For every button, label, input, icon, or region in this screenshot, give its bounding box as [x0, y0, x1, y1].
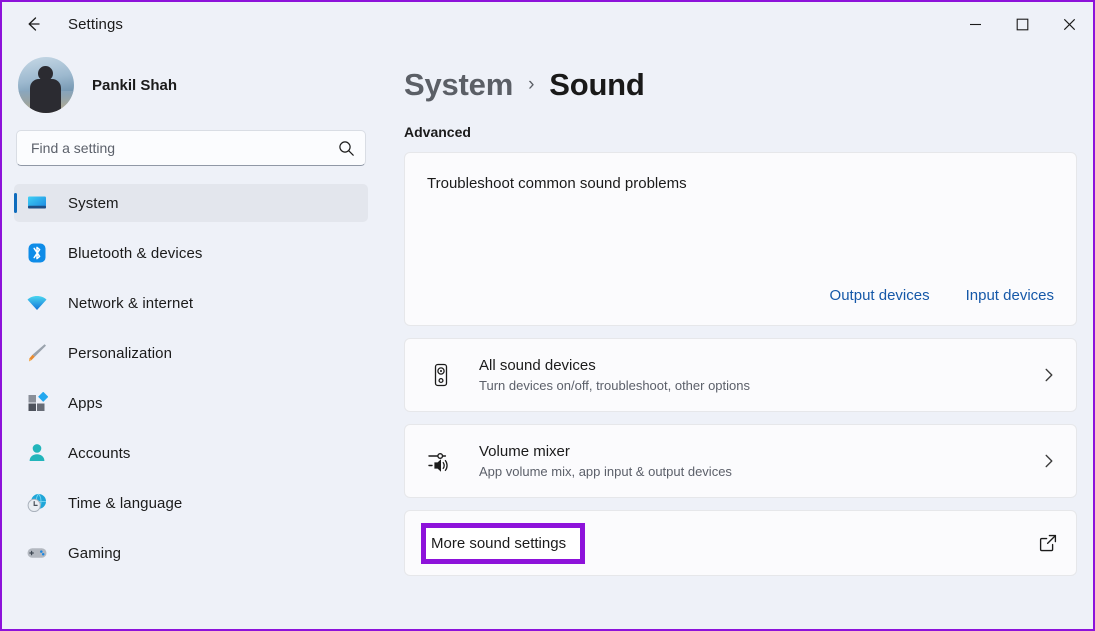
sidebar-item-gaming[interactable]: Gaming [14, 534, 368, 572]
page-title: Sound [549, 67, 644, 103]
troubleshoot-card: Troubleshoot common sound problems Outpu… [404, 152, 1077, 326]
clock-globe-icon [26, 492, 48, 514]
paintbrush-icon [26, 342, 48, 364]
minimize-button[interactable] [952, 2, 999, 46]
output-devices-button[interactable]: Output devices [830, 287, 930, 304]
all-sound-devices-row[interactable]: All sound devices Turn devices on/off, t… [404, 338, 1077, 412]
sidebar-item-label: Accounts [68, 445, 131, 462]
avatar [18, 57, 74, 113]
main-content: System › Sound Advanced Troubleshoot com… [380, 46, 1093, 629]
search-box[interactable] [16, 130, 366, 166]
sidebar-item-bluetooth-devices[interactable]: Bluetooth & devices [14, 234, 368, 272]
minimize-icon [969, 18, 982, 31]
row-subtitle: App volume mix, app input & output devic… [479, 463, 1040, 481]
sidebar-item-label: Time & language [68, 495, 182, 512]
row-text: All sound devices Turn devices on/off, t… [479, 356, 1040, 395]
back-button[interactable] [12, 9, 54, 39]
volume-mixer-row[interactable]: Volume mixer App volume mix, app input &… [404, 424, 1077, 498]
settings-window: Settings [0, 0, 1095, 631]
chevron-right-icon[interactable] [1040, 452, 1058, 470]
title-bar: Settings [2, 2, 1093, 46]
more-sound-settings-label: More sound settings [431, 535, 566, 552]
breadcrumb-separator-icon: › [528, 74, 534, 96]
chevron-right-icon[interactable] [1040, 366, 1058, 384]
back-arrow-icon [22, 13, 44, 35]
maximize-icon [1016, 18, 1029, 31]
sidebar-item-system[interactable]: System [14, 184, 368, 222]
sidebar-item-apps[interactable]: Apps [14, 384, 368, 422]
row-subtitle: Turn devices on/off, troubleshoot, other… [479, 377, 1040, 395]
search-input[interactable] [31, 140, 338, 156]
app-title: Settings [68, 16, 123, 33]
profile-block[interactable]: Pankil Shah [14, 46, 368, 124]
volume-mixer-icon [425, 445, 457, 477]
highlight-box: More sound settings [421, 523, 585, 564]
wifi-icon [26, 292, 48, 314]
sidebar-item-network-internet[interactable]: Network & internet [14, 284, 368, 322]
person-icon [26, 442, 48, 464]
sidebar-item-label: Bluetooth & devices [68, 245, 202, 262]
bluetooth-icon [26, 242, 48, 264]
sidebar-item-label: Network & internet [68, 295, 193, 312]
window-controls [952, 2, 1093, 46]
sidebar-item-accounts[interactable]: Accounts [14, 434, 368, 472]
more-sound-settings-row[interactable]: More sound settings [404, 510, 1077, 576]
breadcrumb: System › Sound [404, 62, 1077, 108]
sidebar-item-label: System [68, 195, 119, 212]
row-title: Volume mixer [479, 443, 570, 460]
row-text: Volume mixer App volume mix, app input &… [479, 442, 1040, 481]
maximize-button[interactable] [999, 2, 1046, 46]
section-title: Advanced [404, 124, 1077, 140]
close-icon [1063, 18, 1076, 31]
troubleshoot-label: Troubleshoot common sound problems [427, 175, 1054, 192]
system-monitor-icon [26, 192, 48, 214]
troubleshoot-actions: Output devices Input devices [830, 287, 1054, 304]
apps-grid-icon [26, 392, 48, 414]
external-link-icon[interactable] [1038, 533, 1058, 553]
sidebar: Pankil Shah [2, 46, 380, 629]
close-button[interactable] [1046, 2, 1093, 46]
sidebar-item-label: Personalization [68, 345, 172, 362]
breadcrumb-parent[interactable]: System [404, 67, 513, 103]
speaker-device-icon [425, 359, 457, 391]
gamepad-icon [26, 542, 48, 564]
profile-name: Pankil Shah [92, 77, 177, 94]
sidebar-item-label: Apps [68, 395, 103, 412]
sidebar-item-personalization[interactable]: Personalization [14, 334, 368, 372]
search-icon [338, 140, 355, 157]
sidebar-nav: System Bluetooth & devices [14, 184, 368, 572]
sidebar-item-time-language[interactable]: Time & language [14, 484, 368, 522]
sidebar-item-label: Gaming [68, 545, 121, 562]
input-devices-button[interactable]: Input devices [966, 287, 1054, 304]
row-title: All sound devices [479, 357, 596, 374]
